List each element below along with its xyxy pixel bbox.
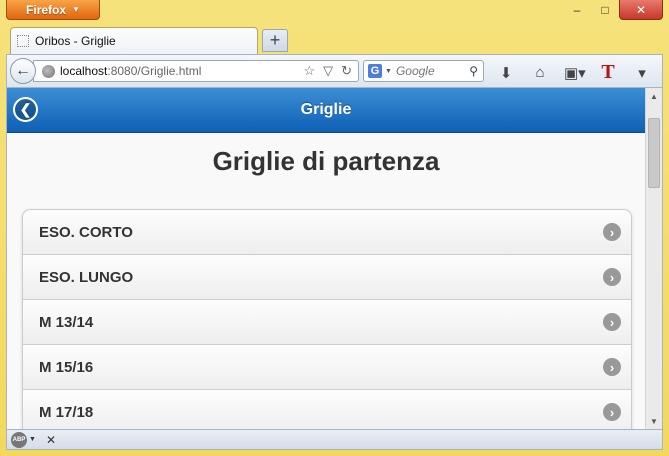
window-controls: – □ ✕: [563, 0, 663, 20]
search-engine-caret-icon[interactable]: ▼: [385, 68, 392, 75]
tab-active[interactable]: Oribos - Griglie: [10, 27, 258, 54]
adblock-caret-icon[interactable]: ▼: [29, 436, 36, 443]
home-icon[interactable]: ⌂: [530, 64, 550, 81]
firefox-menu-button[interactable]: Firefox ▼: [6, 0, 100, 20]
list-item[interactable]: M 17/18 ›: [23, 390, 631, 429]
chevron-right-icon: ›: [603, 268, 621, 286]
browser-window: Firefox ▼ – □ ✕ Oribos - Griglie + local…: [0, 0, 669, 456]
dropdown-caret-icon: ▼: [72, 5, 80, 14]
list-item[interactable]: ESO. CORTO ›: [23, 210, 631, 255]
list-item-label: ESO. CORTO: [39, 223, 133, 241]
list-item-label: ESO. LUNGO: [39, 268, 134, 286]
translate-addon-icon[interactable]: T: [598, 61, 618, 84]
chevron-right-icon: ›: [603, 223, 621, 241]
back-arrow-icon: ←: [15, 62, 31, 79]
overflow-menu-icon[interactable]: ▾: [632, 64, 652, 82]
maximize-button[interactable]: □: [591, 0, 619, 20]
tab-title: Oribos - Griglie: [35, 34, 116, 48]
new-tab-button[interactable]: +: [262, 29, 288, 52]
list-item-label: M 17/18: [39, 403, 94, 421]
list-item[interactable]: M 13/14 ›: [23, 300, 631, 345]
vertical-scrollbar[interactable]: ▲ ▼: [645, 88, 662, 429]
addon-bar: ABP ▼ ✕: [6, 429, 663, 450]
downloads-icon[interactable]: ⬇: [496, 64, 516, 82]
adblock-icon[interactable]: ABP: [11, 431, 27, 448]
page-header: ❮ Griglie: [7, 88, 645, 133]
firefox-menu-label: Firefox: [26, 2, 67, 17]
history-dropdown-icon[interactable]: ▽: [323, 63, 333, 79]
header-title: Griglie: [300, 101, 352, 118]
scrollbar-thumb[interactable]: [648, 118, 660, 188]
header-back-button[interactable]: ❮: [13, 97, 38, 122]
minimize-button[interactable]: –: [563, 0, 591, 20]
reload-icon[interactable]: ↻: [341, 63, 352, 79]
search-engine-icon[interactable]: G: [368, 64, 382, 78]
list-item-label: M 13/14: [39, 313, 94, 331]
page-title: Griglie di partenza: [212, 146, 440, 176]
navigation-toolbar: localhost:8080/Griglie.html ☆ ▽ ↻ ← G ▼ …: [6, 54, 663, 88]
chevron-right-icon: ›: [603, 313, 621, 331]
grid-list: ESO. CORTO › ESO. LUNGO › M 13/14 › M 15…: [22, 209, 632, 429]
close-window-button[interactable]: ✕: [619, 0, 663, 20]
bookmark-star-icon[interactable]: ☆: [303, 63, 315, 79]
back-chevron-icon: ❮: [19, 101, 32, 117]
list-item-label: M 15/16: [39, 358, 94, 376]
chevron-right-icon: ›: [603, 358, 621, 376]
list-item[interactable]: M 15/16 ›: [23, 345, 631, 390]
favicon-icon: [17, 35, 29, 47]
list-item[interactable]: ESO. LUNGO ›: [23, 255, 631, 300]
url-path: :8080/Griglie.html: [107, 64, 202, 78]
url-host: localhost: [60, 64, 108, 78]
search-input[interactable]: Google: [396, 64, 469, 78]
chevron-right-icon: ›: [603, 403, 621, 421]
site-identity-icon[interactable]: [42, 64, 55, 78]
bookmarks-menu-icon[interactable]: ▣▾: [564, 64, 586, 82]
toolbar-icons: ⬇ ⌂ ▣▾ T ▾: [496, 61, 652, 84]
url-bar[interactable]: localhost:8080/Griglie.html ☆ ▽ ↻: [33, 60, 359, 82]
close-addon-bar-icon[interactable]: ✕: [46, 433, 56, 447]
search-bar[interactable]: G ▼ Google ⚲: [363, 60, 484, 82]
page-viewport: ❮ Griglie Griglie di partenza ESO. CORTO…: [6, 88, 663, 429]
back-button[interactable]: ←: [10, 58, 36, 84]
scroll-down-icon[interactable]: ▼: [646, 413, 662, 429]
scroll-up-icon[interactable]: ▲: [646, 88, 662, 104]
magnifier-icon[interactable]: ⚲: [469, 64, 478, 78]
